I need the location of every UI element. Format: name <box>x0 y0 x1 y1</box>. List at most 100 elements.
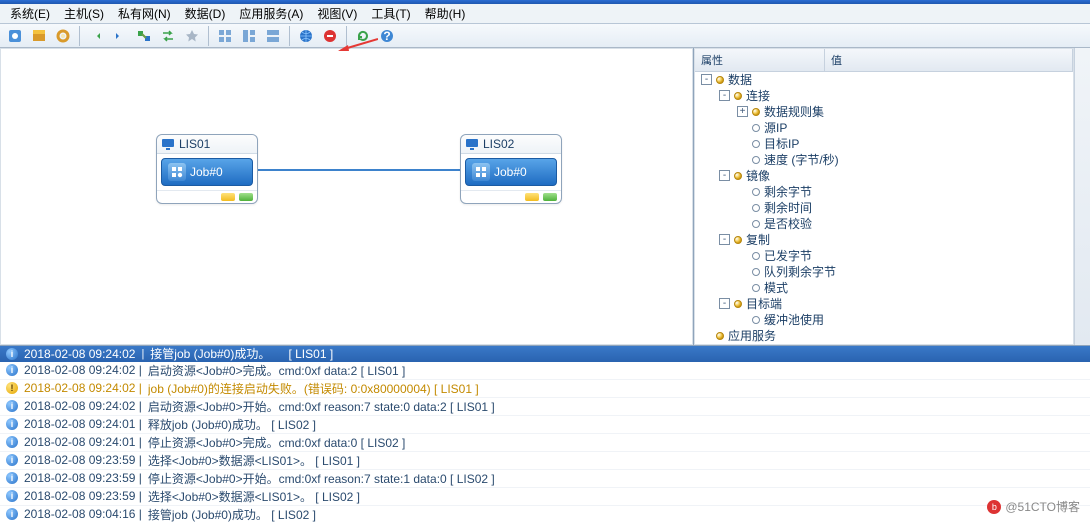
tree-row[interactable]: -复制Stop <box>695 232 1073 248</box>
collapse-icon[interactable]: - <box>719 90 730 101</box>
menu-item[interactable]: 应用服务(A) <box>233 4 309 23</box>
tree-row[interactable]: -镜像Stop <box>695 168 1073 184</box>
tree-row[interactable]: 源IPNA <box>695 120 1073 136</box>
job-icon <box>168 163 186 181</box>
prop-label: 目标端 <box>746 295 782 312</box>
scrollbar[interactable] <box>1074 48 1090 345</box>
tree-row[interactable]: -连接Stop <box>695 88 1073 104</box>
separator <box>289 26 290 46</box>
tree-row[interactable]: 缓冲池使用NA <box>695 312 1073 328</box>
tool-help-icon[interactable]: ? <box>376 25 398 47</box>
tree-row[interactable]: 模式Async <box>695 280 1073 296</box>
tree-row[interactable]: +数据规则集Job#0 <box>695 104 1073 120</box>
node-lis01[interactable]: LIS01 Job#0 <box>156 134 258 204</box>
collapse-icon[interactable]: - <box>701 74 712 85</box>
properties-panel: 属性 值 -数据Job#0-连接Stop+数据规则集Job#0源IPNA目标IP… <box>694 48 1074 345</box>
collapse-icon[interactable]: - <box>719 170 730 181</box>
warning-icon: ! <box>6 382 18 394</box>
watermark: b @51CTO博客 <box>987 498 1080 515</box>
bullet-icon <box>734 300 742 308</box>
log-timestamp: 2018-02-08 09:24:02 | <box>24 399 142 413</box>
tool-grid2-icon[interactable] <box>238 25 260 47</box>
monitor-icon <box>465 138 479 150</box>
info-icon: i <box>6 490 18 502</box>
col-header-value[interactable]: 值 <box>825 49 1073 71</box>
tool-grid1-icon[interactable] <box>214 25 236 47</box>
bullet-icon <box>752 284 760 292</box>
properties-tree[interactable]: -数据Job#0-连接Stop+数据规则集Job#0源IPNA目标IPNA速度 … <box>695 72 1073 344</box>
menu-item[interactable]: 数据(D) <box>179 4 232 23</box>
log-body[interactable]: i2018-02-08 09:24:02 | 启动资源<Job#0>完成。cmd… <box>0 362 1090 523</box>
job-icon <box>472 163 490 181</box>
menu-item[interactable]: 视图(V) <box>311 4 363 23</box>
tool-star-icon[interactable] <box>181 25 203 47</box>
panel-header: 属性 值 <box>695 49 1073 72</box>
status-dot-green <box>543 193 557 201</box>
log-row[interactable]: i2018-02-08 09:24:01 | 释放job (Job#0)成功。 … <box>0 416 1090 434</box>
tree-row[interactable]: 速度 (字节/秒)0 <box>695 152 1073 168</box>
bullet-icon <box>752 252 760 260</box>
tool-box-icon[interactable] <box>28 25 50 47</box>
job-chip[interactable]: Job#0 <box>161 158 253 186</box>
prop-label: 剩余时间 <box>764 199 812 216</box>
tool-config-icon[interactable] <box>4 25 26 47</box>
log-timestamp: 2018-02-08 09:23:59 | <box>24 489 142 503</box>
tool-swap-icon[interactable] <box>157 25 179 47</box>
info-icon: i <box>6 454 18 466</box>
tool-gear-icon[interactable] <box>52 25 74 47</box>
log-header-row[interactable]: i 2018-02-08 09:24:02 | 接管job (Job#0)成功。… <box>0 346 1090 362</box>
log-row[interactable]: i2018-02-08 09:23:59 | 停止资源<Job#0>开始。cmd… <box>0 470 1090 488</box>
tree-row[interactable]: 剩余时间0s <box>695 200 1073 216</box>
tool-globe-icon[interactable] <box>295 25 317 47</box>
menu-item[interactable]: 私有网(N) <box>112 4 177 23</box>
log-row[interactable]: i2018-02-08 09:23:59 | 选择<Job#0>数据源<LIS0… <box>0 452 1090 470</box>
log-row[interactable]: i2018-02-08 09:24:01 | 停止资源<Job#0>完成。cmd… <box>0 434 1090 452</box>
log-row[interactable]: i2018-02-08 09:24:02 | 启动资源<Job#0>完成。cmd… <box>0 362 1090 380</box>
tree-row[interactable]: -目标端Absent <box>695 296 1073 312</box>
tool-grid3-icon[interactable] <box>262 25 284 47</box>
tree-row[interactable]: 应用服务Job#0 <box>695 328 1073 344</box>
separator <box>79 26 80 46</box>
tree-row[interactable]: 目标IPNA <box>695 136 1073 152</box>
log-row[interactable]: i2018-02-08 09:23:59 | 选择<Job#0>数据源<LIS0… <box>0 488 1090 506</box>
col-header-property[interactable]: 属性 <box>695 49 825 71</box>
log-row[interactable]: i2018-02-08 09:04:16 | 接管job (Job#0)成功。 … <box>0 506 1090 523</box>
info-icon: i <box>6 418 18 430</box>
tree-row[interactable]: 已发字节0 <box>695 248 1073 264</box>
job-label: Job#0 <box>494 165 527 179</box>
tree-row[interactable]: 是否校验No <box>695 216 1073 232</box>
expand-icon[interactable]: + <box>737 106 748 117</box>
prop-label: 源IP <box>764 119 787 136</box>
collapse-icon[interactable]: - <box>719 298 730 309</box>
menu-item[interactable]: 帮助(H) <box>419 4 472 23</box>
info-icon: i <box>6 472 18 484</box>
log-timestamp: 2018-02-08 09:23:59 | <box>24 453 142 467</box>
tool-link-icon[interactable] <box>133 25 155 47</box>
log-row[interactable]: i2018-02-08 09:24:02 | 启动资源<Job#0>开始。cmd… <box>0 398 1090 416</box>
prop-label: 是否校验 <box>764 215 812 232</box>
menu-item[interactable]: 系统(E) <box>4 4 56 23</box>
collapse-icon[interactable]: - <box>719 234 730 245</box>
log-message: 停止资源<Job#0>完成。cmd:0xf data:0 [ LIS02 ] <box>148 434 1084 451</box>
bullet-icon <box>752 268 760 276</box>
log-message: job (Job#0)的连接启动失败。(错误码: 0:0x80000004) [… <box>148 380 1084 397</box>
log-header-ts: 2018-02-08 09:24:02 <box>24 347 135 361</box>
tool-plug-icon[interactable] <box>85 25 107 47</box>
tree-row[interactable]: 剩余字节0 <box>695 184 1073 200</box>
info-icon: i <box>6 348 18 360</box>
topology-canvas[interactable]: LIS01 Job#0 <box>0 48 694 345</box>
tree-row[interactable]: -数据Job#0 <box>695 72 1073 88</box>
tree-row[interactable]: 队列剩余字节0 <box>695 264 1073 280</box>
node-lis02[interactable]: LIS02 Job#0 <box>460 134 562 204</box>
info-icon: i <box>6 400 18 412</box>
bullet-icon <box>752 140 760 148</box>
tool-plug2-icon[interactable] <box>109 25 131 47</box>
menu-item[interactable]: 工具(T) <box>365 4 416 23</box>
log-row[interactable]: !2018-02-08 09:24:02 | job (Job#0)的连接启动失… <box>0 380 1090 398</box>
job-chip[interactable]: Job#0 <box>465 158 557 186</box>
bullet-icon <box>734 92 742 100</box>
log-message: 释放job (Job#0)成功。 [ LIS02 ] <box>148 416 1084 433</box>
menu-item[interactable]: 主机(S) <box>58 4 110 23</box>
bullet-icon <box>752 316 760 324</box>
prop-label: 目标IP <box>764 135 799 152</box>
